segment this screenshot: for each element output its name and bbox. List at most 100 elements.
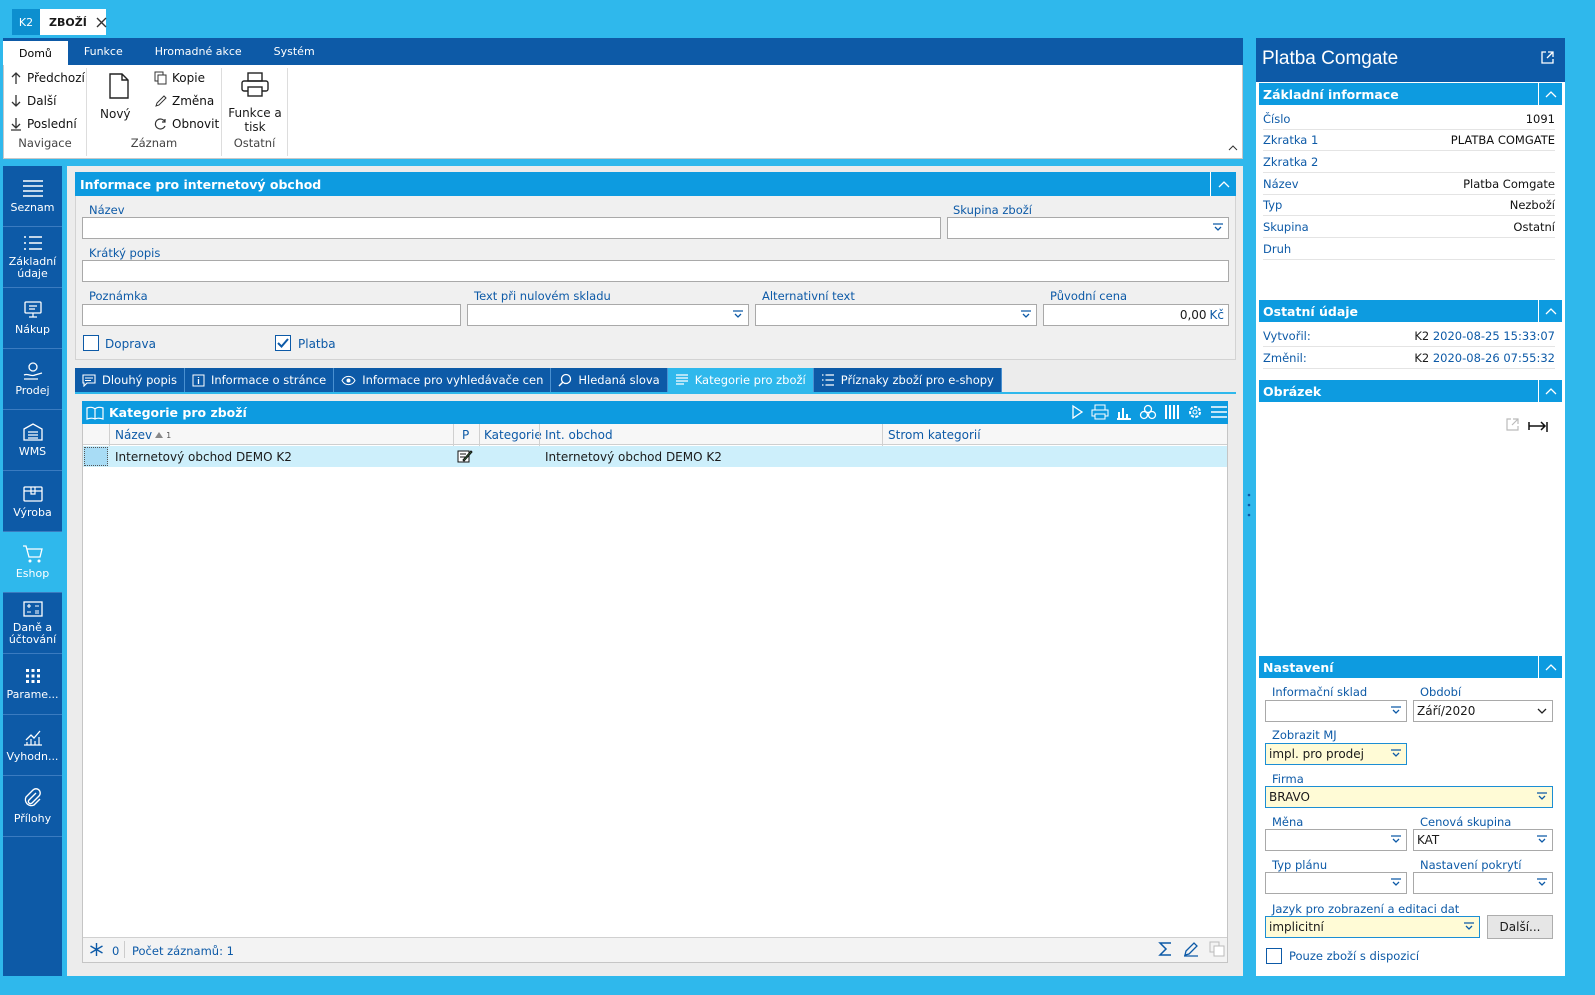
period-select[interactable]: Září/2020	[1413, 700, 1553, 722]
coverage-select[interactable]	[1413, 872, 1553, 894]
sidebar-item-vyhodnoceni[interactable]: Vyhodn...	[3, 715, 62, 776]
only-available-checkbox[interactable]	[1266, 948, 1282, 964]
sidebar-item-prilohy[interactable]: Přílohy	[3, 776, 62, 837]
refresh-button[interactable]: Obnovit	[154, 117, 219, 131]
snowflake-icon[interactable]	[89, 942, 104, 957]
short-desc-input[interactable]	[82, 260, 1229, 282]
columns-icon[interactable]	[1164, 404, 1180, 420]
price-group-select[interactable]: KAT	[1413, 829, 1553, 851]
change-button[interactable]: Změna	[154, 94, 214, 108]
sidebar-item-prodej[interactable]: Prodej	[3, 349, 62, 410]
popout-icon[interactable]	[1541, 51, 1554, 64]
copy-button[interactable]: Kopie	[154, 71, 205, 85]
tab-dlouhy-popis[interactable]: Dlouhý popis	[75, 368, 185, 392]
lang-value: implicitní	[1269, 920, 1324, 934]
delete-copy-icon[interactable]	[1209, 941, 1225, 957]
change-label: Změna	[172, 94, 215, 108]
menu-icon[interactable]	[1210, 405, 1228, 419]
unit-label: Zobrazit MJ	[1272, 728, 1337, 742]
printer-icon[interactable]	[1091, 404, 1109, 420]
name-input[interactable]	[82, 217, 941, 239]
tab-label: Příznaky zboží pro e-shopy	[840, 373, 994, 387]
sidebar-item-vyroba[interactable]: Výroba	[3, 471, 62, 532]
sidebar-item-eshop[interactable]: Eshop	[3, 532, 62, 593]
next-button[interactable]: Další	[10, 94, 57, 108]
collapse-ribbon-icon[interactable]	[1228, 144, 1238, 151]
edit-note-icon[interactable]	[457, 449, 473, 463]
column-p[interactable]: P	[462, 428, 469, 442]
column-nazev[interactable]: Název 1	[115, 428, 171, 442]
sidebar-item-parametry[interactable]: Parame...	[3, 654, 62, 715]
info-key: Číslo	[1263, 112, 1291, 126]
firm-select[interactable]: BRAVO	[1265, 786, 1553, 808]
sidebar-item-dane[interactable]: Daně a účtování	[3, 593, 62, 654]
orig-price-input[interactable]: 0,00 Kč	[1043, 304, 1229, 326]
product-group-select[interactable]	[947, 217, 1229, 239]
tab-hromadne-akce[interactable]: Hromadné akce	[139, 38, 258, 65]
column-kategorie[interactable]: Kategorie	[484, 428, 542, 442]
sum-icon[interactable]	[1158, 941, 1173, 957]
plan-type-select[interactable]	[1265, 872, 1407, 894]
tab-system[interactable]: Systém	[258, 38, 331, 65]
monitor-cart-icon	[23, 300, 42, 318]
changed-label: Změnil:	[1263, 351, 1307, 365]
period-value: Září/2020	[1417, 704, 1476, 718]
orig-price-label: Původní cena	[1050, 289, 1128, 303]
collapse-chevron-icon[interactable]	[1538, 380, 1562, 402]
info-stock-select[interactable]	[1265, 700, 1407, 722]
last-label: Poslední	[27, 117, 77, 131]
tab-kategorie-pro-zbozi[interactable]: Kategorie pro zboží	[667, 368, 814, 392]
collapse-chevron-icon[interactable]	[1210, 172, 1236, 196]
new-button[interactable]	[104, 73, 134, 99]
collapse-chevron-icon[interactable]	[1538, 300, 1562, 322]
info-key: Skupina	[1263, 220, 1309, 234]
lang-label: Jazyk pro zobrazení a editaci dat	[1272, 902, 1460, 916]
collapse-chevron-icon[interactable]	[1538, 83, 1562, 105]
tab-funkce[interactable]: Funkce	[68, 38, 139, 65]
currency-select[interactable]	[1265, 829, 1407, 851]
print-button[interactable]: Funkce a tisk	[228, 72, 282, 134]
dropdown-icon	[1391, 706, 1401, 714]
splitter-handle[interactable]	[1247, 490, 1251, 520]
info-row-nazev: Název Platba Comgate	[1263, 174, 1555, 195]
gear-icon[interactable]	[1187, 404, 1203, 420]
last-button[interactable]: Poslední	[10, 117, 77, 131]
sidebar-item-zakladni-udaje[interactable]: Základní údaje	[3, 227, 62, 288]
note-input[interactable]	[82, 304, 461, 326]
close-icon[interactable]	[96, 17, 107, 28]
row-selector[interactable]	[84, 447, 108, 466]
fit-width-icon[interactable]	[1528, 419, 1548, 433]
zero-stock-select[interactable]	[467, 304, 749, 326]
bar-chart-icon[interactable]	[1116, 404, 1132, 420]
sidebar-item-nakup[interactable]: Nákup	[3, 288, 62, 349]
basic-info-header: Základní informace	[1259, 83, 1562, 105]
tab-hledana-slova[interactable]: Hledaná slova	[551, 368, 668, 392]
tab-informace-o-strance[interactable]: Informace o stránce	[184, 368, 335, 392]
column-int-obchod[interactable]: Int. obchod	[545, 428, 613, 442]
lang-select[interactable]: implicitní	[1265, 916, 1480, 938]
firm-value: BRAVO	[1269, 790, 1310, 804]
prev-button[interactable]: Předchozí	[10, 71, 85, 85]
unit-select[interactable]: impl. pro prodej	[1265, 743, 1407, 765]
collapse-chevron-icon[interactable]	[1538, 656, 1562, 678]
dropdown-icon	[1021, 310, 1031, 318]
sidebar-item-wms[interactable]: WMS	[3, 410, 62, 471]
filter-icon[interactable]	[1139, 404, 1157, 420]
pencil-icon[interactable]	[1183, 941, 1199, 957]
tab-priznaky-zbozi[interactable]: Příznaky zboží pro e-shopy	[813, 368, 1002, 392]
zbozi-tab[interactable]: ZBOŽÍ	[40, 9, 107, 35]
tab-domu[interactable]: Domů	[3, 41, 68, 65]
shipping-checkbox[interactable]	[83, 335, 99, 351]
changed-user: K2	[1414, 351, 1430, 365]
k2-tab[interactable]: K2	[12, 9, 40, 35]
created-label: Vytvořil:	[1263, 329, 1311, 343]
alt-text-select[interactable]	[755, 304, 1037, 326]
sidebar-item-seznam[interactable]: Seznam	[3, 166, 62, 227]
column-strom-kategorii[interactable]: Strom kategorií	[888, 428, 981, 442]
payment-checkbox[interactable]	[275, 335, 291, 351]
play-icon[interactable]	[1070, 404, 1084, 420]
currency-label: Kč	[1209, 308, 1224, 322]
more-button[interactable]: Další...	[1487, 915, 1553, 939]
tab-vyhledavace-cen[interactable]: Informace pro vyhledávače cen	[334, 368, 552, 392]
popout-image-icon[interactable]	[1506, 418, 1519, 431]
